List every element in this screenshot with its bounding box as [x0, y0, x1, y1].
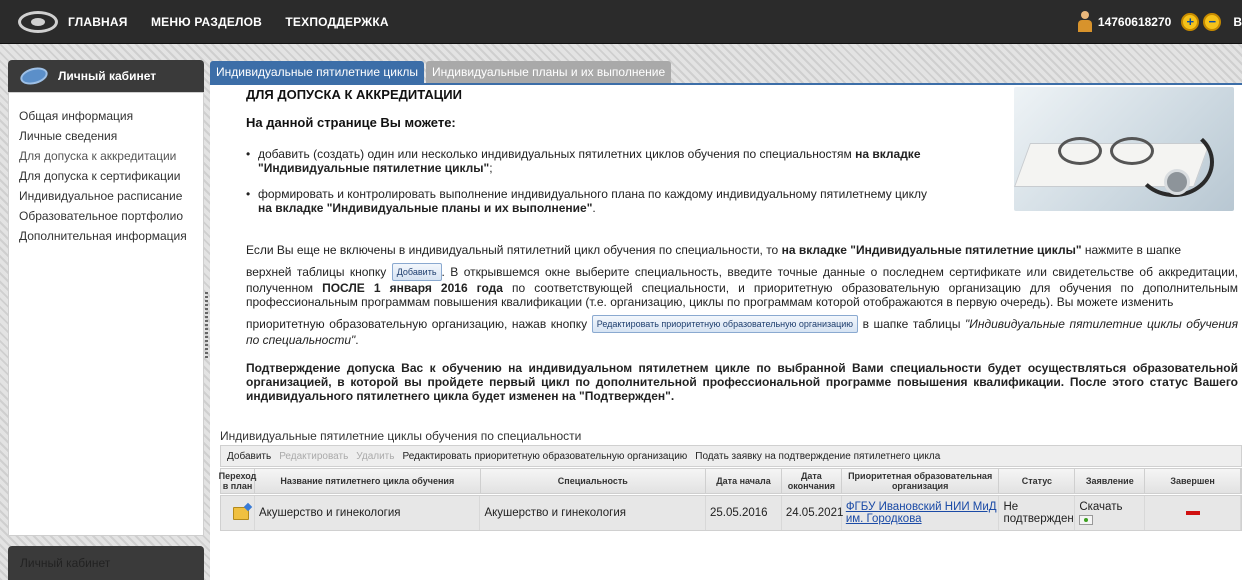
nav-sections-menu[interactable]: МЕНЮ РАЗДЕЛОВ: [151, 15, 262, 29]
col-priority-org[interactable]: Приоритетная образовательная организация: [842, 469, 1000, 493]
cell-application: Скачать: [1075, 496, 1146, 530]
sidebar-item-personal[interactable]: Личные сведения: [9, 127, 203, 147]
sidebar-title: Личный кабинет: [58, 69, 157, 83]
sidebar-item-general[interactable]: Общая информация: [9, 107, 203, 127]
instruction-paragraph-3: приоритетную образовательную организацию…: [246, 315, 1239, 347]
table-header: Переход в план Название пятилетнего цикл…: [219, 468, 1242, 494]
edit-button[interactable]: Редактировать: [279, 451, 348, 462]
user-area: 14760618270 + − В: [1077, 0, 1242, 44]
tab-cycles[interactable]: Индивидуальные пятилетние циклы: [210, 61, 424, 83]
table-row[interactable]: Акушерство и гинекология Акушерство и ги…: [220, 495, 1242, 531]
cell-goto-plan: [221, 496, 255, 530]
submit-confirmation-button[interactable]: Подать заявку на подтверждение пятилетне…: [695, 451, 940, 462]
col-status[interactable]: Статус: [999, 469, 1076, 493]
bullet-plans: формировать и контролировать выполнение …: [246, 187, 938, 215]
zoom-out-icon[interactable]: −: [1203, 13, 1222, 31]
stethoscope-glasses-image: [1014, 87, 1234, 211]
user-id[interactable]: 14760618270: [1098, 15, 1171, 29]
inline-edit-org-button[interactable]: Редактировать приоритетную образовательн…: [591, 315, 859, 333]
table-toolbar: Добавить Редактировать Удалить Редактиро…: [220, 445, 1242, 467]
add-button[interactable]: Добавить: [227, 451, 271, 462]
confirmation-note: Подтверждение допуска Вас к обучению на …: [246, 361, 1238, 403]
main-content: ДЛЯ ДОПУСКА К АККРЕДИТАЦИИ На данной стр…: [210, 83, 1242, 580]
zoom-in-icon[interactable]: +: [1181, 13, 1200, 31]
sidebar-footer-header[interactable]: Личный кабинет: [8, 546, 204, 580]
col-goto-plan[interactable]: Переход в план: [219, 469, 256, 493]
cell-start-date: 25.05.2016: [706, 496, 782, 530]
sidebar-item-additional[interactable]: Дополнительная информация: [9, 227, 203, 247]
cabinet-icon: [18, 64, 50, 88]
minus-icon[interactable]: [1185, 511, 1200, 515]
col-end-date[interactable]: Дата окончания: [782, 469, 842, 493]
download-link[interactable]: Скачать: [1079, 501, 1122, 513]
logo-icon[interactable]: [18, 10, 58, 33]
col-completed[interactable]: Завершен: [1145, 469, 1241, 493]
instruction-paragraph-2: верхней таблицы кнопку Добавить. В откры…: [246, 263, 1238, 309]
splitter-handle[interactable]: [205, 292, 208, 358]
folder-open-icon[interactable]: [233, 506, 249, 520]
cell-priority-org: ФГБУ Ивановский НИИ МиД им. Городкова: [842, 496, 1000, 530]
instruction-paragraph-1: Если Вы еще не включены в индивидуальный…: [246, 243, 1182, 257]
edit-priority-org-button[interactable]: Редактировать приоритетную образовательн…: [402, 451, 687, 462]
sidebar-item-accreditation[interactable]: Для допуска к аккредитации: [9, 147, 203, 167]
table-caption: Индивидуальные пятилетние циклы обучения…: [220, 429, 582, 443]
col-start-date[interactable]: Дата начала: [706, 469, 782, 493]
nav-home[interactable]: ГЛАВНАЯ: [68, 15, 128, 29]
download-icon[interactable]: [1079, 515, 1094, 525]
sidebar-item-schedule[interactable]: Индивидуальное расписание: [9, 187, 203, 207]
sidebar-item-certification[interactable]: Для допуска к сертификации: [9, 167, 203, 187]
cell-completed: [1145, 496, 1241, 530]
delete-button[interactable]: Удалить: [356, 451, 394, 462]
page-title: ДЛЯ ДОПУСКА К АККРЕДИТАЦИИ: [246, 87, 462, 102]
cell-status: Не подтвержден: [999, 496, 1076, 530]
top-bar: ГЛАВНАЯ МЕНЮ РАЗДЕЛОВ ТЕХПОДДЕРЖКА 14760…: [0, 0, 1242, 44]
cell-specialty: Акушерство и гинекология: [480, 496, 706, 530]
sidebar-panel: Общая информация Личные сведения Для доп…: [8, 92, 204, 536]
tab-plans[interactable]: Индивидуальные планы и их выполнение: [425, 61, 672, 83]
tab-bar: Индивидуальные пятилетние циклы Индивиду…: [210, 61, 673, 83]
sidebar-header[interactable]: Личный кабинет: [8, 60, 204, 92]
sidebar-menu: Общая информация Личные сведения Для доп…: [9, 93, 203, 247]
sidebar-item-portfolio[interactable]: Образовательное портфолио: [9, 207, 203, 227]
priority-org-link[interactable]: ФГБУ Ивановский НИИ МиД им. Городкова: [846, 501, 999, 525]
bullet-add-cycle: добавить (создать) один или несколько ин…: [246, 147, 938, 175]
inline-add-button[interactable]: Добавить: [391, 263, 442, 281]
page-subtitle: На данной странице Вы можете:: [246, 115, 456, 130]
nav-support[interactable]: ТЕХПОДДЕРЖКА: [285, 15, 388, 29]
main-nav: ГЛАВНАЯ МЕНЮ РАЗДЕЛОВ ТЕХПОДДЕРЖКА: [68, 15, 409, 29]
col-specialty[interactable]: Специальность: [481, 469, 707, 493]
sidebar-footer-title: Личный кабинет: [20, 556, 111, 570]
user-icon: [1077, 11, 1092, 33]
col-cycle-name[interactable]: Название пятилетнего цикла обучения: [255, 469, 481, 493]
truncated-link[interactable]: В: [1233, 15, 1242, 29]
cell-cycle-name: Акушерство и гинекология: [255, 496, 481, 530]
cell-end-date: 24.05.2021: [782, 496, 843, 530]
col-application[interactable]: Заявление: [1075, 469, 1146, 493]
